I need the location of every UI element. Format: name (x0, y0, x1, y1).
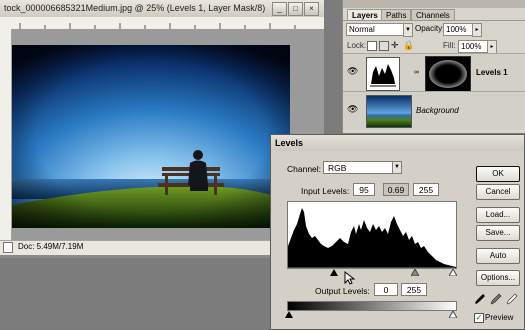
histogram-thumb-icon (370, 64, 396, 87)
save-button[interactable]: Save... (476, 225, 520, 241)
layer-mask-thumbnail[interactable] (425, 56, 471, 92)
chevron-down-icon[interactable]: ▼ (403, 23, 413, 37)
output-black-field[interactable]: 0 (374, 283, 398, 296)
mouse-cursor-icon (344, 270, 356, 285)
layers-panel: Layers Paths Channels Normal ▼ Opacity: … (342, 0, 525, 133)
output-white-slider[interactable] (448, 309, 458, 319)
input-white-field[interactable]: 255 (413, 183, 439, 196)
fill-field[interactable]: 100% (458, 40, 488, 53)
cancel-button[interactable]: Cancel (476, 184, 520, 200)
levels-dialog: Levels Channel: RGB ▼ Input Levels: 95 0… (270, 134, 525, 330)
lock-transparency-icon[interactable] (367, 41, 377, 51)
load-button[interactable]: Load... (476, 207, 520, 223)
status-menu-icon[interactable] (3, 242, 13, 253)
document-image[interactable] (12, 45, 290, 228)
output-levels-label: Output Levels: (315, 286, 370, 296)
preview-label: Preview (485, 313, 514, 322)
vertical-ruler (0, 29, 12, 240)
fill-slider-icon[interactable]: ▸ (487, 40, 497, 54)
layer-name: Levels 1 (476, 68, 508, 77)
opacity-slider-icon[interactable]: ▸ (472, 23, 482, 37)
bench-photo (12, 45, 290, 228)
panel-header (343, 0, 525, 8)
lock-all-icon[interactable]: 🔒 (403, 40, 414, 51)
input-levels-label: Input Levels: (301, 186, 350, 196)
fill-label: Fill: (443, 41, 456, 50)
dialog-title: Levels (275, 138, 304, 148)
input-black-field[interactable]: 95 (353, 183, 375, 196)
lock-pixels-icon[interactable] (379, 41, 389, 51)
ok-button[interactable]: OK (476, 166, 520, 182)
document-title: tock_000006685321Medium.jpg @ 25% (Level… (4, 3, 266, 13)
layer-name: Background (416, 106, 459, 115)
output-white-field[interactable]: 255 (401, 283, 427, 296)
ruler-ticks (19, 23, 296, 29)
lock-position-icon[interactable]: ✛ (391, 40, 399, 51)
gray-eyedropper-icon[interactable] (490, 293, 502, 305)
chevron-down-icon[interactable]: ▼ (392, 161, 402, 174)
link-icon[interactable]: ∞ (414, 69, 419, 76)
eye-icon[interactable]: 👁 (347, 104, 358, 115)
tab-divider (343, 20, 525, 21)
close-button[interactable]: × (304, 2, 319, 16)
blend-mode-select[interactable]: Normal (346, 23, 408, 36)
output-black-slider[interactable] (285, 310, 293, 318)
black-point-slider[interactable] (330, 268, 338, 276)
eye-icon[interactable]: 👁 (347, 66, 358, 77)
restore-button[interactable]: □ (288, 2, 303, 16)
lock-label: Lock: (347, 41, 367, 50)
document-title-bar[interactable]: tock_000006685321Medium.jpg @ 25% (Level… (0, 0, 324, 18)
options-button[interactable]: Options... (476, 270, 520, 286)
histogram-graph (288, 208, 456, 268)
channel-select[interactable]: RGB (323, 161, 393, 174)
channel-label: Channel: (287, 164, 322, 174)
white-eyedropper-icon[interactable] (506, 293, 518, 305)
minimize-button[interactable]: _ (272, 2, 287, 16)
preview-checkbox[interactable]: ✓ (474, 313, 484, 323)
histogram (287, 201, 457, 269)
layer-row-background[interactable]: 👁 Background (343, 91, 525, 130)
auto-button[interactable]: Auto (476, 248, 520, 264)
white-point-slider[interactable] (448, 267, 458, 277)
levels-adjustment-icon (366, 57, 400, 91)
layer-row-levels[interactable]: 👁 ∞ Levels 1 (343, 53, 525, 92)
opacity-field[interactable]: 100% (443, 23, 473, 36)
doc-size-label: Doc: 5.49M/7.19M (18, 242, 84, 251)
output-gradient-bar (287, 301, 457, 311)
gamma-slider[interactable] (410, 267, 420, 277)
background-thumbnail (366, 95, 412, 128)
input-slider[interactable] (287, 267, 455, 275)
input-slider-track (287, 267, 455, 269)
input-gamma-field[interactable]: 0.69 (383, 183, 409, 196)
opacity-label: Opacity: (415, 24, 445, 33)
dialog-title-bar[interactable]: Levels (271, 135, 524, 151)
black-eyedropper-icon[interactable] (474, 293, 486, 305)
